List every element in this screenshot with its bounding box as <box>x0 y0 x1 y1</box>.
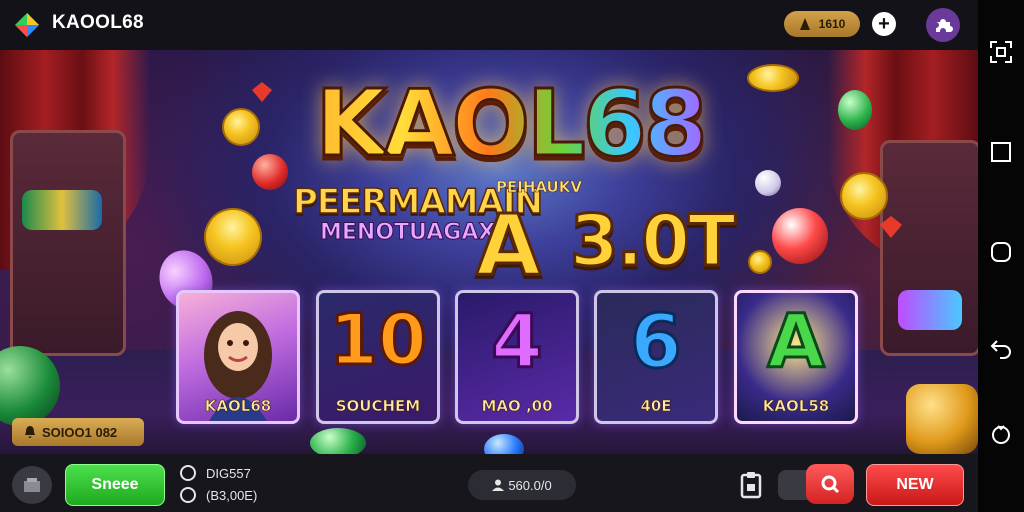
hero-subtitle-small: PEIHAUKV <box>496 178 583 197</box>
hero-title: KAOL68 <box>295 76 725 171</box>
home-icon[interactable] <box>989 240 1013 264</box>
hero-tagline: MENOTUAGAX <box>319 220 496 246</box>
new-button[interactable]: NEW <box>866 464 964 506</box>
red-ball <box>252 154 288 190</box>
game-tile-label: SOUCHEM <box>335 397 421 416</box>
gold-coin <box>222 108 260 146</box>
green-action-button[interactable]: Sneee <box>65 464 165 506</box>
green-ball <box>310 428 366 454</box>
red-gem <box>880 216 902 238</box>
game-tile-4[interactable]: 4 MAO ,00 <box>455 290 579 424</box>
balance-pill[interactable]: SOIOO1 082 <box>12 418 144 446</box>
stat-row: (B3,00E) <box>180 484 257 506</box>
gold-coin <box>840 172 888 220</box>
game-tile-glyph: 6 <box>629 299 684 385</box>
game-tile-label: KAOL58 <box>762 397 830 416</box>
qr-scan-icon[interactable] <box>989 40 1013 64</box>
gold-coin <box>748 250 772 274</box>
document-icon[interactable] <box>738 472 764 500</box>
back-icon[interactable] <box>989 336 1013 360</box>
bottom-bar: Sneee DIG557 (B3,00E) 560.0/0 NEW <box>0 454 978 512</box>
diamond-logo-icon <box>15 13 39 37</box>
slot-machine-screen-right <box>898 290 962 330</box>
game-tile-glyph: A <box>766 299 826 385</box>
top-bar: KAOOL68 1610 + <box>0 0 978 50</box>
gold-coin <box>747 64 799 92</box>
search-icon <box>821 475 840 494</box>
gold-drum <box>906 384 978 454</box>
stats-group: DIG557 (B3,00E) <box>180 462 257 506</box>
user-icon <box>492 479 505 491</box>
face-icon <box>180 487 196 503</box>
puzzle-button[interactable] <box>926 8 960 42</box>
game-banner: KAOL68 PEERMAMAIN PEIHAUKV MENOTUAGAX A … <box>0 50 978 454</box>
search-button[interactable] <box>806 464 854 504</box>
stat-value-1: DIG557 <box>206 465 251 481</box>
coin-balance-value: 1610 <box>818 17 846 31</box>
coin-icon <box>799 18 810 30</box>
slot-machine-left <box>10 130 126 356</box>
center-value-pill[interactable]: 560.0/0 <box>468 470 576 500</box>
bell-icon <box>25 426 35 438</box>
green-ball <box>838 90 872 130</box>
hero-big-letter: A <box>474 195 542 296</box>
system-nav-bar <box>978 0 1024 512</box>
game-tile-glyph: 4 <box>490 299 545 385</box>
center-value: 560.0/0 <box>508 477 552 493</box>
box-icon <box>24 478 40 492</box>
game-tile-kaol68[interactable]: KAOL68 <box>176 290 300 424</box>
game-tile-6[interactable]: 6 40E <box>594 290 718 424</box>
red-white-ball <box>772 208 828 264</box>
stat-row: DIG557 <box>180 462 257 484</box>
game-tile-glyph: 10 <box>328 299 428 381</box>
red-gem <box>252 82 272 102</box>
hero-jackpot-amount: 3.0T <box>569 199 738 284</box>
stat-value-2: (B3,00E) <box>206 487 258 503</box>
coin-balance-pill[interactable]: 1610 <box>784 11 860 37</box>
face-icon <box>180 465 196 481</box>
add-coins-button[interactable]: + <box>872 12 896 36</box>
game-tile-label: 40E <box>640 397 672 416</box>
game-tile-10[interactable]: 10 SOUCHEM <box>316 290 440 424</box>
square-icon[interactable] <box>989 140 1013 164</box>
puzzle-icon <box>936 19 953 32</box>
game-tile-a[interactable]: A KAOL58 <box>734 290 858 424</box>
game-tile-label: KAOL68 <box>204 397 272 416</box>
app-title: KAOOL68 <box>52 12 144 33</box>
balance-value: SOIOO1 082 <box>42 424 118 440</box>
white-ball <box>755 170 781 196</box>
assistant-icon[interactable] <box>989 422 1013 446</box>
game-tile-label: MAO ,00 <box>481 397 553 416</box>
slot-machine-screen-left <box>22 190 102 230</box>
menu-button[interactable] <box>12 466 52 504</box>
